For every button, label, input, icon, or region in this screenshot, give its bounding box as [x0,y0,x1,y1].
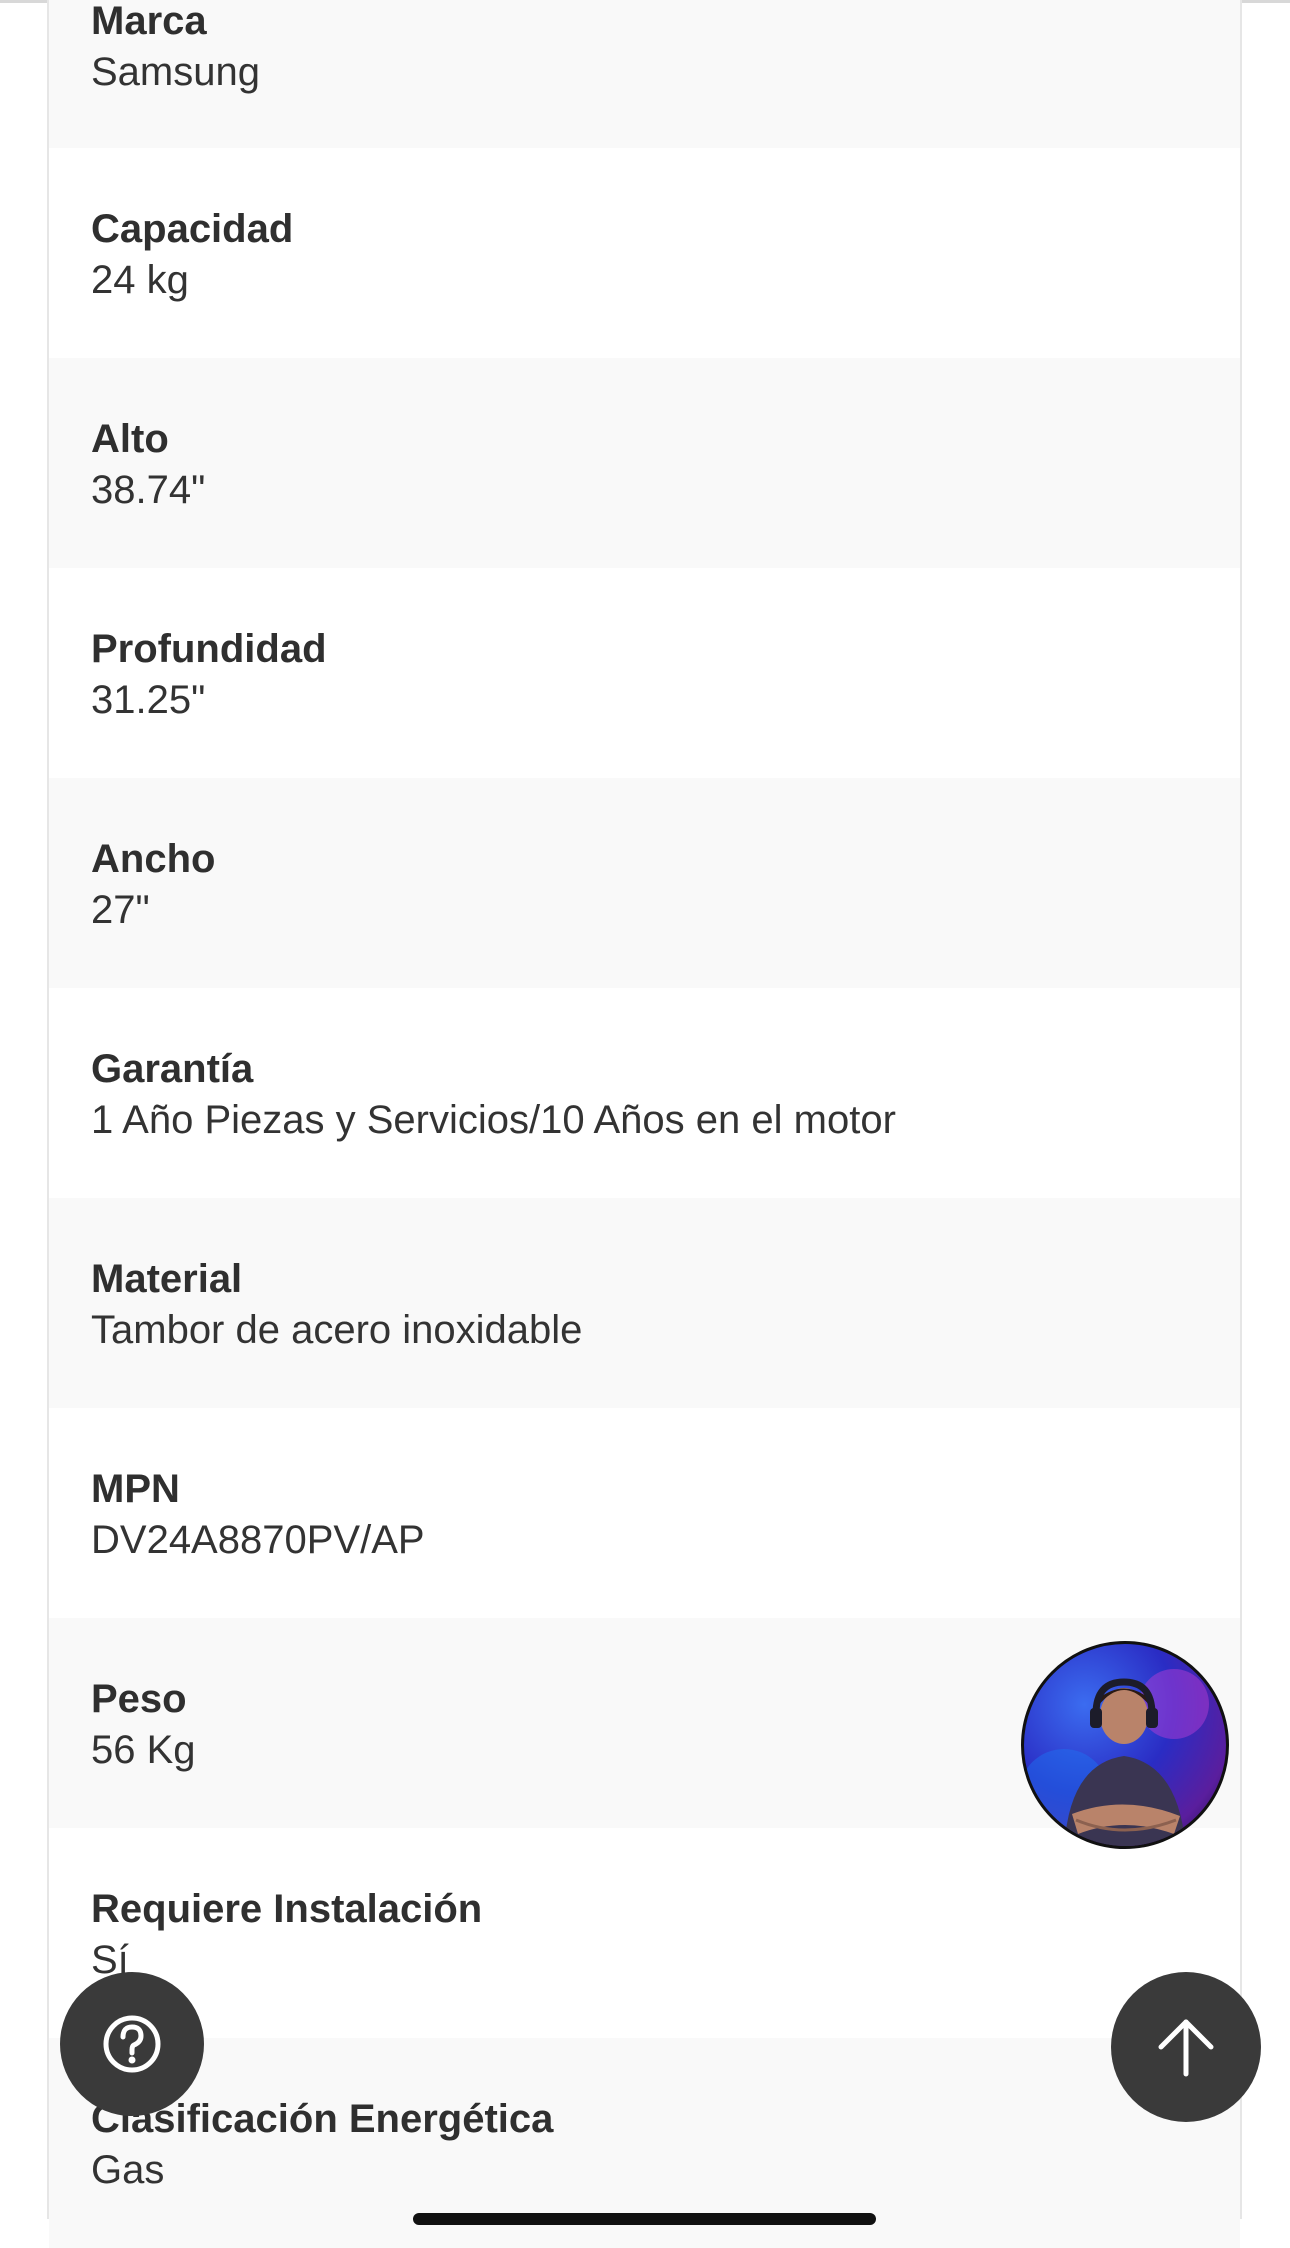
spec-label: Profundidad [91,627,327,671]
spec-label: Peso [91,1677,187,1721]
spec-value: Samsung [91,50,260,94]
question-circle-icon [103,2015,161,2073]
spec-value: 1 Año Piezas y Servicios/10 Años en el m… [91,1098,896,1142]
spec-value: 56 Kg [91,1728,196,1772]
spec-label: Material [91,1257,243,1301]
spec-row-mpn: MPN DV24A8870PV/AP [49,1408,1240,1618]
spec-value: 27" [91,888,150,932]
spec-row-ancho: Ancho 27" [49,778,1240,988]
spec-row-material: Material Tambor de acero inoxidable [49,1198,1240,1408]
spec-row-marca: Marca Samsung [49,0,1240,148]
spec-label: Marca [91,0,207,43]
spec-label: Garantía [91,1047,254,1091]
home-indicator [413,2213,876,2225]
spec-row-garantia: Garantía 1 Año Piezas y Servicios/10 Año… [49,988,1240,1198]
person-avatar-icon [1024,1669,1209,1846]
spec-value: Gas [91,2148,165,2192]
spec-row-requiere-instalacion: Requiere Instalación Sí [49,1828,1240,2038]
help-button[interactable] [60,1972,204,2116]
spec-label: Capacidad [91,207,294,251]
spec-label: MPN [91,1467,180,1511]
scroll-to-top-button[interactable] [1111,1972,1261,2122]
spec-value: DV24A8870PV/AP [91,1518,425,1562]
specifications-table: Marca Samsung Capacidad 24 kg Alto 38.74… [47,0,1242,2248]
spec-value: 24 kg [91,258,189,302]
chat-agent-avatar[interactable] [1021,1641,1229,1849]
spec-row-capacidad: Capacidad 24 kg [49,148,1240,358]
spec-label: Requiere Instalación [91,1887,483,1931]
spec-value: 38.74" [91,468,206,512]
spec-label: Ancho [91,837,216,881]
arrow-up-icon [1158,2019,1214,2077]
spec-value: Tambor de acero inoxidable [91,1308,583,1352]
spec-label: Alto [91,417,169,461]
spec-row-profundidad: Profundidad 31.25" [49,568,1240,778]
spec-value: 31.25" [91,678,206,722]
spec-row-alto: Alto 38.74" [49,358,1240,568]
